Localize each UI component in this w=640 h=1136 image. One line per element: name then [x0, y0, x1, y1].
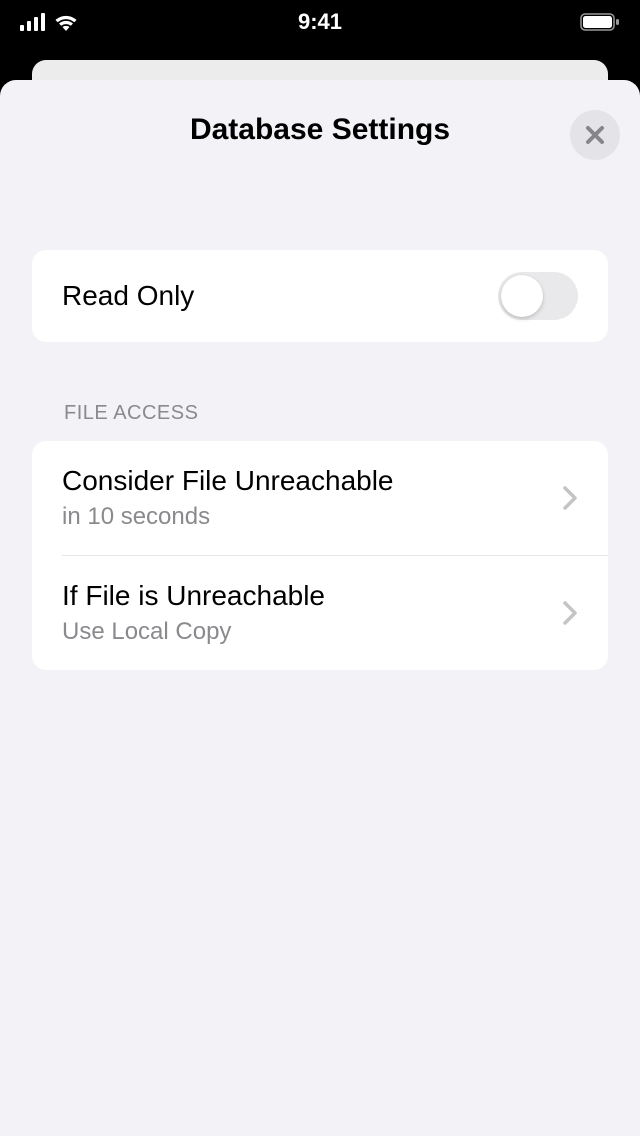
if-file-unreachable-row[interactable]: If File is Unreachable Use Local Copy: [32, 556, 608, 670]
battery-icon: [580, 13, 620, 31]
status-bar: 9:41: [0, 0, 640, 44]
cellular-signal-icon: [20, 13, 46, 31]
close-button[interactable]: [570, 110, 620, 160]
sheet-header: Database Settings: [0, 80, 640, 180]
close-icon: [584, 124, 606, 146]
file-access-group: Consider File Unreachable in 10 seconds …: [32, 441, 608, 670]
readonly-toggle[interactable]: [498, 272, 578, 320]
row-subtitle: Use Local Copy: [62, 618, 325, 646]
chevron-right-icon: [562, 485, 578, 511]
row-subtitle: in 10 seconds: [62, 503, 394, 531]
settings-sheet: Database Settings Read Only FILE ACCESS …: [0, 80, 640, 1136]
readonly-label: Read Only: [62, 280, 194, 312]
consider-file-unreachable-row[interactable]: Consider File Unreachable in 10 seconds: [32, 441, 608, 555]
wifi-icon: [54, 13, 78, 31]
chevron-right-icon: [562, 600, 578, 626]
row-title: Consider File Unreachable: [62, 465, 394, 497]
file-access-header: FILE ACCESS: [32, 402, 608, 425]
status-time: 9:41: [298, 9, 342, 35]
row-title: If File is Unreachable: [62, 580, 325, 612]
readonly-group: Read Only: [32, 250, 608, 342]
sheet-title: Database Settings: [190, 113, 450, 147]
readonly-row[interactable]: Read Only: [32, 250, 608, 342]
toggle-knob: [501, 275, 543, 317]
